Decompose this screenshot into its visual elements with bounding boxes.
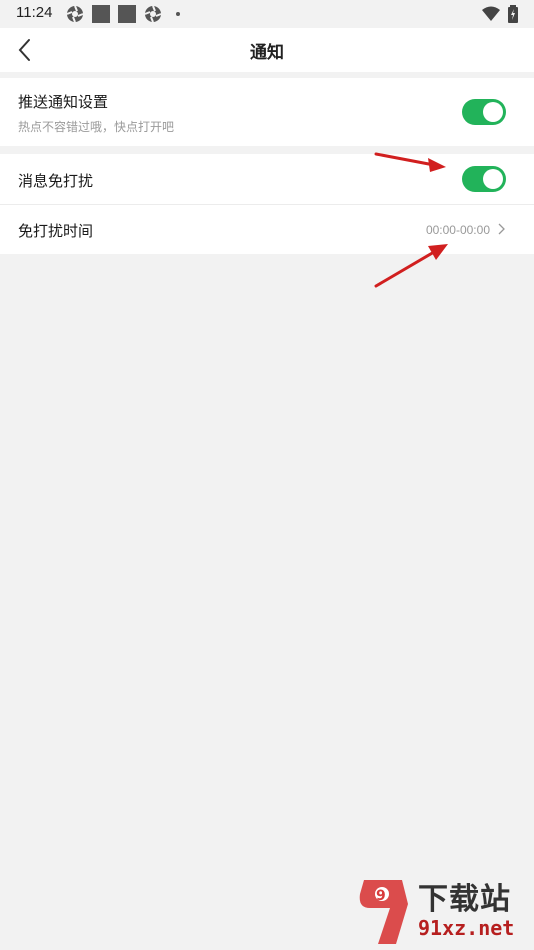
watermark: 9 下载站 91xz.net <box>356 874 526 946</box>
push-settings-subtitle: 热点不容错过哦，快点打开吧 <box>18 120 175 134</box>
status-time: 11:24 <box>16 4 53 21</box>
do-not-disturb-toggle[interactable] <box>462 166 506 192</box>
annotation-arrow-icon <box>374 244 448 288</box>
aperture-icon <box>66 5 84 23</box>
system-icons <box>482 5 518 23</box>
watermark-logo-icon: 9 <box>359 880 408 944</box>
push-settings-card: 推送通知设置 热点不容错过哦，快点打开吧 <box>0 78 534 146</box>
annotation-arrow-icon <box>374 152 446 172</box>
app-square-icon <box>118 5 136 23</box>
do-not-disturb-row: 消息免打扰 <box>0 154 534 204</box>
more-notifications-dot-icon <box>176 12 180 16</box>
app-square-icon <box>92 5 110 23</box>
watermark-cn-text: 下载站 <box>418 882 511 917</box>
push-settings-title: 推送通知设置 <box>18 93 109 111</box>
chevron-right-icon <box>498 223 505 235</box>
dnd-time-value: 00:00-00:00 <box>425 223 490 237</box>
watermark-logo-text: 9 <box>376 888 386 904</box>
push-notifications-toggle[interactable] <box>462 99 506 125</box>
aperture-icon <box>144 5 162 23</box>
battery-charging-icon <box>508 5 518 23</box>
app-bar: 通知 <box>0 28 534 72</box>
watermark-en-text: 91xz.net <box>418 916 515 940</box>
toggle-knob <box>483 169 503 189</box>
wifi-icon <box>482 6 500 21</box>
do-not-disturb-title: 消息免打扰 <box>18 172 94 190</box>
toggle-knob <box>483 102 503 122</box>
page-title: 通知 <box>250 43 284 63</box>
status-bar: 11:24 <box>0 0 534 28</box>
notification-icons <box>66 5 180 23</box>
dnd-time-label: 免打扰时间 <box>18 222 94 240</box>
